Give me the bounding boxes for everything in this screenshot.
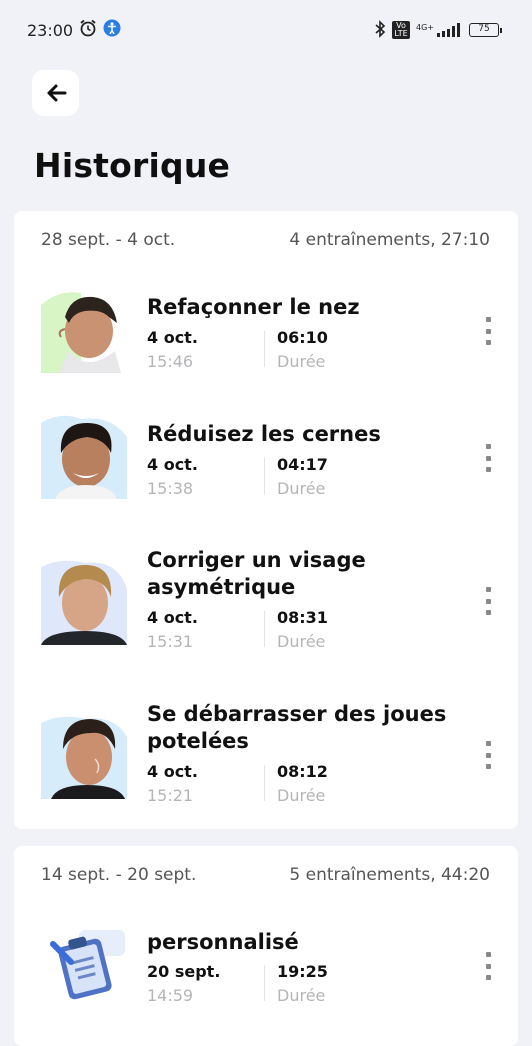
more-options-icon[interactable] xyxy=(481,317,495,345)
workout-date: 4 oct. xyxy=(147,328,198,347)
dark-circles-workout-thumbnail xyxy=(41,413,127,499)
alarm-icon xyxy=(79,19,97,41)
list-item[interactable]: Se débarrasser des joues potelées 4 oct.… xyxy=(14,701,518,805)
duration-label: Durée xyxy=(277,986,326,1005)
status-bar: 23:00 Vo LTE 4G+ 75 xyxy=(0,0,532,60)
workout-duration: 08:31 xyxy=(277,608,328,627)
workout-time: 15:38 xyxy=(147,479,194,498)
workout-duration: 04:17 xyxy=(277,455,328,474)
workout-time: 15:31 xyxy=(147,632,194,651)
duration-label: Durée xyxy=(277,479,326,498)
workout-time: 15:46 xyxy=(147,352,194,371)
workout-time: 14:59 xyxy=(147,986,194,1005)
week-summary: 5 entraînements, 44:20 xyxy=(289,865,490,885)
workout-time: 15:21 xyxy=(147,786,194,805)
workout-title: Réduisez les cernes xyxy=(147,422,381,446)
workout-date: 4 oct. xyxy=(147,762,198,781)
workout-title: Corriger un visage asymétrique xyxy=(147,548,366,599)
back-button[interactable] xyxy=(32,70,79,116)
workout-duration: 06:10 xyxy=(277,328,328,347)
page-title: Historique xyxy=(34,146,231,185)
week-range: 14 sept. - 20 sept. xyxy=(41,865,197,885)
duration-label: Durée xyxy=(277,786,326,805)
more-options-icon[interactable] xyxy=(481,741,495,769)
workout-title: Refaçonner le nez xyxy=(147,295,360,319)
list-item[interactable]: Refaçonner le nez 4 oct. 15:46 06:10 Dur… xyxy=(14,285,518,381)
more-options-icon[interactable] xyxy=(481,444,495,472)
workout-duration: 08:12 xyxy=(277,762,328,781)
more-options-icon[interactable] xyxy=(481,952,495,980)
week-card: 14 sept. - 20 sept. 5 entraînements, 44:… xyxy=(14,846,518,1046)
battery-icon: 75 xyxy=(469,23,502,37)
more-options-icon[interactable] xyxy=(481,587,495,615)
workout-date: 4 oct. xyxy=(147,608,198,627)
bluetooth-icon xyxy=(374,19,386,41)
clipboard-icon xyxy=(41,922,127,1008)
duration-label: Durée xyxy=(277,352,326,371)
week-card: 28 sept. - 4 oct. 4 entraînements, 27:10… xyxy=(14,211,518,829)
list-item[interactable]: Corriger un visage asymétrique 4 oct. 15… xyxy=(14,547,518,651)
workout-title: Se débarrasser des joues potelées xyxy=(147,702,447,753)
duration-label: Durée xyxy=(277,632,326,651)
list-item[interactable]: personnalisé 20 sept. 14:59 19:25 Durée xyxy=(14,920,518,1020)
workout-date: 4 oct. xyxy=(147,455,198,474)
asymmetric-face-workout-thumbnail xyxy=(41,559,127,645)
volte-badge: Vo LTE xyxy=(392,21,410,39)
chubby-cheeks-workout-thumbnail xyxy=(41,713,127,799)
week-range: 28 sept. - 4 oct. xyxy=(41,230,176,250)
workout-date: 20 sept. xyxy=(147,962,221,981)
signal-icon: 4G+ xyxy=(416,23,463,37)
workout-duration: 19:25 xyxy=(277,962,328,981)
accessibility-icon xyxy=(103,19,121,41)
workout-title: personnalisé xyxy=(147,930,299,954)
list-item[interactable]: Réduisez les cernes 4 oct. 15:38 04:17 D… xyxy=(14,411,518,507)
week-summary: 4 entraînements, 27:10 xyxy=(289,230,490,250)
arrow-left-icon xyxy=(47,84,66,102)
nose-workout-thumbnail xyxy=(41,287,127,373)
status-time: 23:00 xyxy=(27,20,74,40)
